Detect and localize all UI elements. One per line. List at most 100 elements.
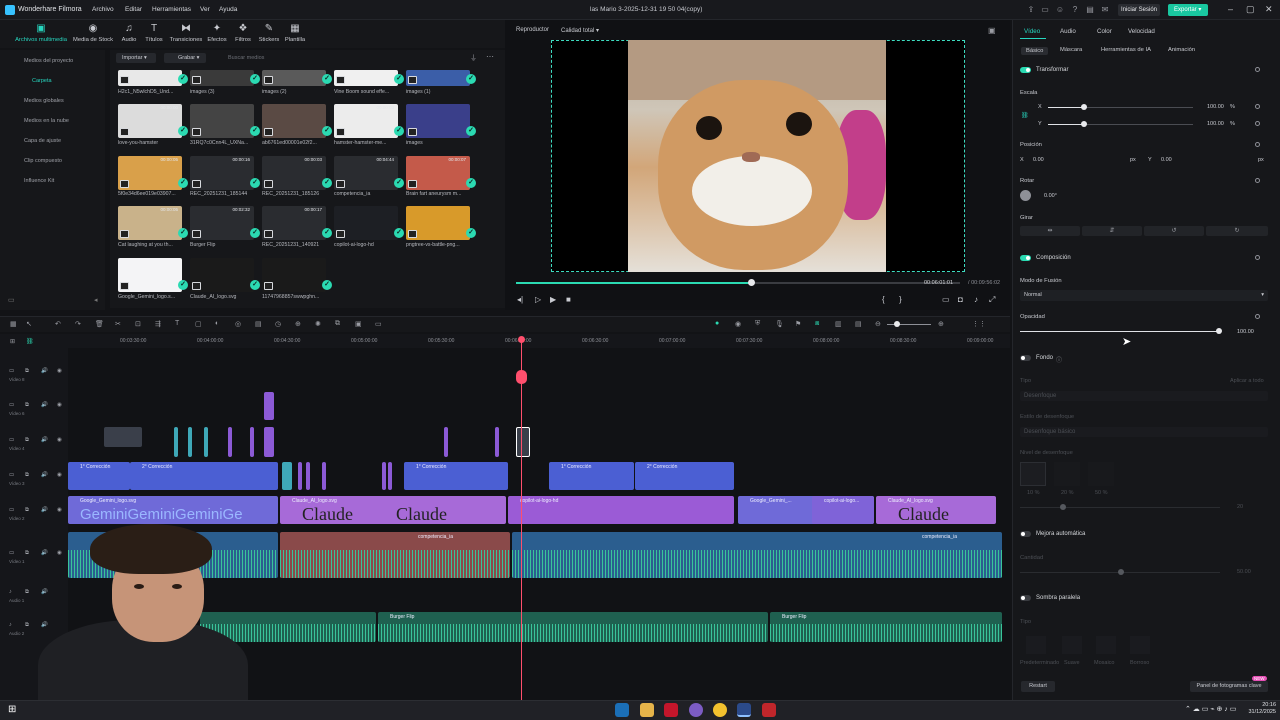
info-icon[interactable]: ⓘ xyxy=(1056,355,1062,364)
new-folder-icon[interactable]: ▭ xyxy=(8,296,15,304)
media-thumbnail[interactable]: 00:04:44 ✓ xyxy=(334,156,404,190)
menu-editar[interactable]: Editar xyxy=(125,6,142,13)
tab-color[interactable]: Color xyxy=(1097,28,1112,35)
shield-icon[interactable]: ⛨ xyxy=(755,320,760,328)
selected-clip-cat[interactable] xyxy=(516,427,530,457)
mic-icon[interactable]: 🎙 xyxy=(775,320,784,328)
media-thumbnail[interactable]: 00:00:00 ✓ xyxy=(118,104,188,138)
blur-preset-2[interactable] xyxy=(1054,462,1080,486)
rotate-left-icon[interactable]: ↺ xyxy=(1144,226,1204,236)
search-input[interactable]: Buscar medios xyxy=(216,53,461,63)
link-track-icon[interactable]: ⛓ xyxy=(26,338,34,345)
media-thumbnail[interactable]: ✓ xyxy=(334,70,404,86)
subtab-ai-tools[interactable]: Herramientas de IA xyxy=(1101,47,1151,53)
timeline-clip-small[interactable] xyxy=(298,462,302,490)
media-thumbnail[interactable]: ✓ xyxy=(262,70,332,86)
playhead[interactable] xyxy=(521,338,522,700)
scale-x-value[interactable]: 100.00 xyxy=(1207,104,1224,110)
timeline-clip-copilot[interactable]: copilot-ai-logo... xyxy=(812,496,874,524)
sidebar-item-folder[interactable]: Carpeta xyxy=(32,78,52,84)
lock-icon[interactable]: ⧉ xyxy=(25,368,29,375)
system-tray-icons[interactable]: ⌃ ☁ ▭ ⌁ ⊕ ♪ ▭ xyxy=(1185,705,1236,713)
audio-track-icon[interactable]: ♪ xyxy=(9,622,12,628)
flip-horizontal-icon[interactable]: ⇹ xyxy=(1020,226,1080,236)
timeline-clip-small[interactable] xyxy=(322,462,326,490)
zoom-in-icon[interactable]: ⊕ xyxy=(938,320,944,328)
layout-grid-icon[interactable]: ▦ xyxy=(10,320,17,328)
media-thumbnail[interactable]: 00:00:05 ✓ xyxy=(118,156,188,190)
background-toggle[interactable] xyxy=(1020,355,1031,361)
media-thumbnail[interactable]: 00:00:17 ✓ xyxy=(262,206,332,240)
import-button[interactable]: Importar ▾ xyxy=(116,53,156,63)
composition-toggle[interactable] xyxy=(1020,255,1031,261)
effects-tl-icon[interactable]: ✺ xyxy=(315,320,321,328)
blur-preset-1[interactable] xyxy=(1020,462,1046,486)
sidebar-item-cloud-media[interactable]: Medios en la nube xyxy=(24,118,69,124)
redo-icon[interactable]: ↷ xyxy=(75,320,81,328)
adjust-icon[interactable]: ▤ xyxy=(255,320,262,328)
stabilize-icon[interactable]: ⊕ xyxy=(295,320,301,328)
tab-video[interactable]: Vídeo xyxy=(1024,28,1040,35)
subtab-mask[interactable]: Máscara xyxy=(1060,47,1082,53)
blend-mode-select[interactable]: Normal ▾ xyxy=(1020,290,1268,301)
speaker-icon[interactable]: 🔊 xyxy=(41,507,48,513)
rotate-right-icon[interactable]: ↻ xyxy=(1206,226,1268,236)
lock-icon[interactable]: ⧉ xyxy=(25,472,29,479)
tab-plantilla[interactable]: ▦ Plantilla xyxy=(274,23,316,43)
menu-ayuda[interactable]: Ayuda xyxy=(219,6,237,13)
filmora-task-icon[interactable] xyxy=(737,703,751,717)
eye-icon[interactable]: ◉ xyxy=(57,507,62,513)
media-thumbnail[interactable]: 00:00:03 ✓ xyxy=(262,156,332,190)
tab-audio-props[interactable]: Audio xyxy=(1060,28,1076,35)
user-icon[interactable]: ☺ xyxy=(1055,5,1065,15)
windows-start-icon[interactable]: ⊞ xyxy=(8,704,16,715)
link-icon[interactable]: ⛓ xyxy=(1021,112,1029,119)
more-icon[interactable]: ⋯ xyxy=(486,52,494,61)
scale-y-knob[interactable] xyxy=(1081,121,1087,127)
quantity-value[interactable]: 50.00 xyxy=(1237,569,1251,575)
close-icon[interactable]: ✕ xyxy=(1265,4,1273,15)
mark-in-icon[interactable]: { xyxy=(882,295,885,304)
timeline-clip-copilot[interactable]: copilot-ai-logo-hd xyxy=(508,496,734,524)
lock-icon[interactable]: ⧉ xyxy=(25,507,29,514)
auto-enhance-toggle[interactable] xyxy=(1020,531,1031,537)
media-thumbnail[interactable]: 00:02:32 ✓ xyxy=(190,206,260,240)
play-frame-icon[interactable]: ▷ xyxy=(535,295,541,304)
timeline-clip-small[interactable] xyxy=(382,462,386,490)
add-track-icon[interactable]: ⊞ xyxy=(10,338,15,345)
playhead-marker[interactable] xyxy=(516,370,527,384)
signin-button[interactable]: Iniciar Sesión xyxy=(1118,4,1160,16)
group-icon[interactable]: ⧉ xyxy=(335,320,340,328)
undo-icon[interactable]: ↶ xyxy=(55,320,61,328)
volume-icon[interactable]: ♪ xyxy=(974,295,978,304)
speaker-icon[interactable]: 🔊 xyxy=(41,402,48,408)
opacity-value[interactable]: 100.00 xyxy=(1237,329,1254,335)
audio-track-icon[interactable]: ♪ xyxy=(9,589,12,595)
timeline-clip-small[interactable] xyxy=(444,427,448,457)
timeline-clip-small[interactable] xyxy=(250,427,254,457)
media-thumbnail[interactable]: 00:00:05 ✓ xyxy=(118,206,188,240)
steam-icon[interactable] xyxy=(615,703,629,717)
frame-icon[interactable]: ▢ xyxy=(195,320,202,328)
media-thumbnail[interactable]: 00:00:03 ✓ xyxy=(334,104,404,138)
pos-x-input[interactable]: 0.00 xyxy=(1033,157,1044,163)
rotate-dial-icon[interactable] xyxy=(1020,190,1031,201)
discord-icon[interactable] xyxy=(689,703,703,717)
blur-preset-3[interactable] xyxy=(1088,462,1114,486)
video-track-icon[interactable]: ▭ xyxy=(9,507,14,513)
timeline-clip-correction[interactable]: 2° Corrección xyxy=(635,462,734,490)
blur-level-knob[interactable] xyxy=(1060,504,1066,510)
camera-icon[interactable]: ◘ xyxy=(958,295,963,304)
timeline-clip-small[interactable] xyxy=(204,427,208,457)
media-thumbnail[interactable]: ✓ xyxy=(118,70,188,86)
scale-y-keyframe-icon[interactable] xyxy=(1255,121,1260,126)
more-tools-icon[interactable]: ▭ xyxy=(375,320,382,328)
opacity-knob[interactable] xyxy=(1216,328,1222,334)
video-track-icon[interactable]: ▭ xyxy=(9,472,14,478)
flip-vertical-icon[interactable]: ⇵ xyxy=(1082,226,1142,236)
menu-herramientas[interactable]: Herramientas xyxy=(152,6,191,13)
lock-icon[interactable]: ⧉ xyxy=(25,437,29,444)
media-thumbnail[interactable]: ✓ xyxy=(262,104,332,138)
opacity-keyframe-icon[interactable] xyxy=(1255,314,1260,319)
layout-icon[interactable]: ▤ xyxy=(1085,5,1095,15)
